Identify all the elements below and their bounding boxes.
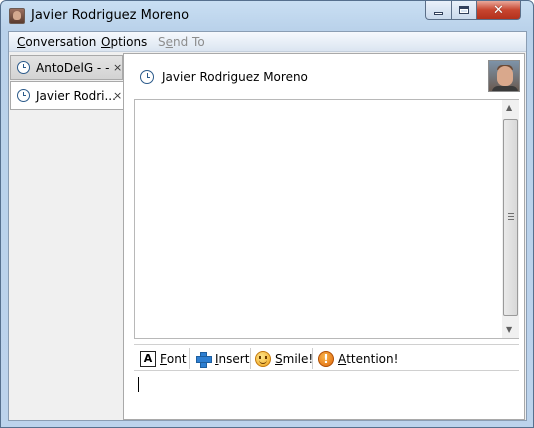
client-area: Conversation Options Send To AntoDelG - … bbox=[8, 31, 527, 421]
close-button[interactable]: ✕ bbox=[476, 1, 521, 20]
scroll-up-icon[interactable]: ▲ bbox=[506, 103, 512, 112]
attention-icon: ! bbox=[318, 350, 334, 367]
tab-javier-rodriguez[interactable]: Javier Rodri... × bbox=[10, 81, 124, 110]
chat-window: Javier Rodriguez Moreno ✕ Conversation O… bbox=[0, 0, 534, 428]
toolbar-divider bbox=[312, 348, 313, 369]
tab-close-icon[interactable]: × bbox=[113, 89, 122, 102]
plus-icon bbox=[195, 351, 212, 368]
format-toolbar: A Font Insert Smile! ! Attention! bbox=[134, 344, 519, 371]
tab-label: AntoDelG - - bbox=[36, 60, 110, 75]
font-icon: A bbox=[140, 350, 156, 367]
maximize-icon bbox=[459, 6, 469, 14]
tab-close-icon[interactable]: × bbox=[113, 61, 122, 74]
menu-options[interactable]: Options bbox=[101, 35, 147, 49]
menu-conversation[interactable]: Conversation bbox=[17, 35, 96, 49]
tab-antodelg[interactable]: AntoDelG - - × bbox=[10, 55, 123, 80]
minimize-icon bbox=[434, 11, 443, 15]
smiley-icon bbox=[255, 350, 271, 367]
message-input[interactable] bbox=[134, 372, 519, 416]
smile-button[interactable]: Smile! bbox=[255, 349, 313, 368]
toolbar-divider bbox=[250, 348, 251, 369]
grip-icon bbox=[508, 213, 514, 220]
minimize-button[interactable] bbox=[425, 1, 452, 20]
menu-bar: Conversation Options Send To bbox=[9, 32, 526, 52]
contact-avatar-icon bbox=[9, 8, 25, 24]
conversation-tabs: AntoDelG - - × Javier Rodri... × bbox=[9, 53, 124, 420]
conversation-panel: Javier Rodriguez Moreno ▲ ▼ A Font I nse… bbox=[123, 53, 525, 420]
window-title: Javier Rodriguez Moreno bbox=[31, 8, 190, 23]
clock-status-icon bbox=[17, 61, 30, 74]
scroll-down-icon[interactable]: ▼ bbox=[506, 325, 512, 334]
history-scrollbar[interactable]: ▲ ▼ bbox=[502, 100, 519, 338]
tab-label: Javier Rodri... bbox=[36, 88, 116, 103]
font-button[interactable]: A Font bbox=[140, 349, 187, 368]
toolbar-divider bbox=[189, 348, 190, 369]
attention-button[interactable]: ! Attention! bbox=[318, 349, 398, 368]
menu-send-to[interactable]: Send To bbox=[158, 35, 205, 49]
scroll-thumb[interactable] bbox=[503, 119, 518, 316]
title-bar[interactable]: Javier Rodriguez Moreno ✕ bbox=[1, 1, 533, 31]
insert-button[interactable]: Insert bbox=[195, 349, 249, 368]
close-icon: ✕ bbox=[493, 2, 504, 18]
clock-status-icon bbox=[140, 70, 154, 84]
contact-header: Javier Rodriguez Moreno bbox=[124, 54, 524, 98]
message-history[interactable]: ▲ ▼ bbox=[134, 99, 519, 339]
maximize-button[interactable] bbox=[451, 1, 477, 20]
contact-avatar[interactable] bbox=[488, 60, 520, 92]
text-caret bbox=[138, 377, 139, 392]
clock-status-icon bbox=[17, 89, 30, 102]
contact-name: Javier Rodriguez Moreno bbox=[162, 70, 308, 84]
